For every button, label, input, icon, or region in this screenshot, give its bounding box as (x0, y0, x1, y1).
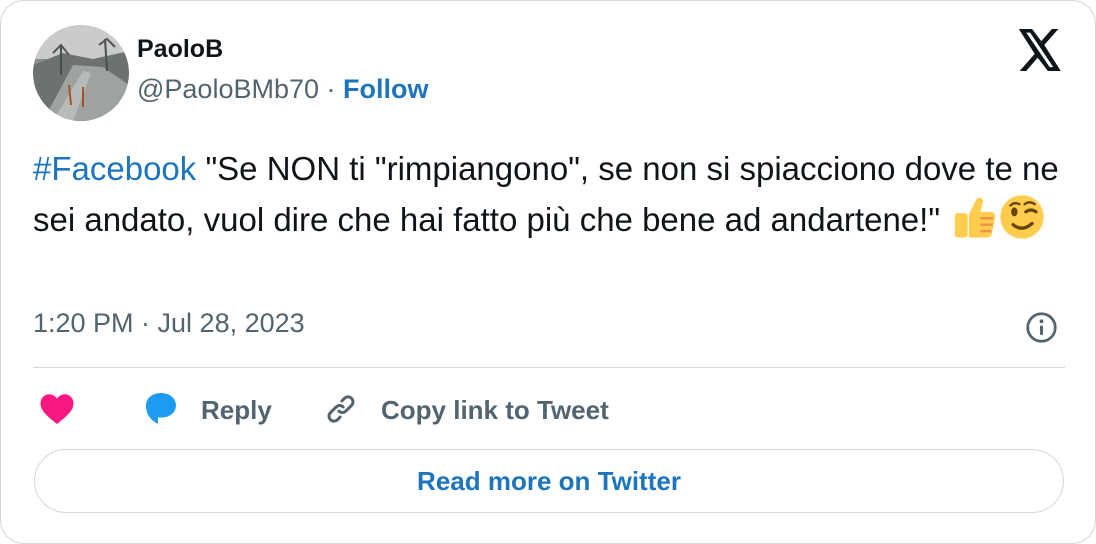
divider (33, 367, 1065, 368)
reply-bubble-icon[interactable] (142, 390, 180, 426)
tweet-timestamp[interactable]: 1:20 PM · Jul 28, 2023 (33, 308, 305, 339)
tweet-card: PaoloB @PaoloBMb70 · Follow #Facebook "S… (0, 0, 1096, 544)
author-handle-row: @PaoloBMb70 · Follow (137, 74, 429, 105)
thumbs-up-emoji-icon (955, 197, 996, 238)
heart-icon[interactable] (39, 392, 75, 426)
read-more-button[interactable]: Read more on Twitter (34, 449, 1064, 513)
read-more-label: Read more on Twitter (417, 465, 681, 496)
tweet-text: #Facebook "Se NON ti "rimpiangono", se n… (33, 144, 1063, 245)
author-handle[interactable]: @PaoloBMb70 (137, 74, 319, 104)
avatar-image (33, 25, 129, 121)
winking-face-emoji-icon (1000, 195, 1044, 239)
reply-button[interactable]: Reply (201, 395, 272, 426)
link-icon[interactable] (323, 391, 359, 427)
author-name[interactable]: PaoloB (137, 35, 223, 64)
hashtag-link[interactable]: #Facebook (33, 150, 196, 187)
action-bar: Reply Copy link to Tweet (1, 385, 1096, 437)
info-icon[interactable] (1025, 311, 1058, 344)
follow-button[interactable]: Follow (343, 74, 428, 104)
handle-separator: · (319, 74, 344, 104)
x-logo-icon[interactable] (1017, 29, 1063, 71)
avatar[interactable] (33, 25, 129, 121)
copy-link-button[interactable]: Copy link to Tweet (381, 395, 609, 426)
